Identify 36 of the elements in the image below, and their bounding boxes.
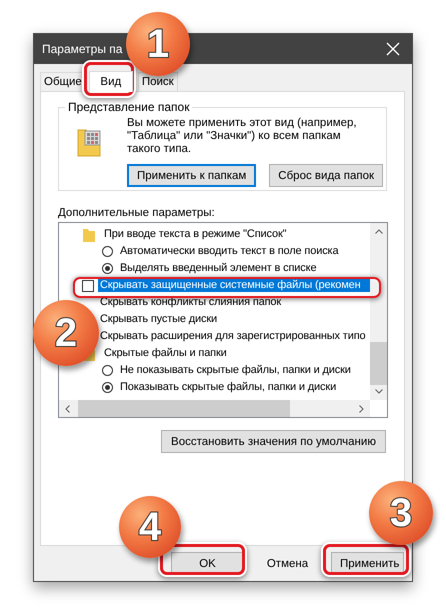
scroll-left-icon[interactable]	[65, 404, 70, 412]
scroll-right-icon[interactable]	[359, 404, 364, 412]
radio-button[interactable]	[102, 246, 113, 257]
radio-button[interactable]	[102, 365, 113, 376]
option-label[interactable]: Выделять введенный элемент в списке	[118, 262, 318, 275]
scroll-up-icon[interactable]	[374, 229, 382, 234]
scroll-thumb[interactable]	[370, 342, 387, 385]
radio-button[interactable]	[102, 263, 113, 274]
scroll-thumb[interactable]	[78, 400, 290, 417]
horizontal-scrollbar[interactable]	[59, 400, 370, 417]
tab[interactable]: Вид	[88, 71, 133, 92]
checkbox[interactable]	[82, 280, 94, 292]
folder-icon	[83, 228, 95, 242]
vertical-scrollbar[interactable]	[370, 223, 387, 400]
window-title: Параметры па	[42, 42, 122, 56]
push-button[interactable]: Применить к папкам	[127, 164, 256, 187]
close-icon[interactable]	[386, 42, 400, 56]
push-button[interactable]: Сброс вида папок	[269, 164, 384, 187]
option-label[interactable]: Скрывать защищенные системные файлы (рекомен	[98, 279, 371, 292]
option-label[interactable]: Показывать скрытые файлы, папки и диски	[118, 381, 338, 394]
description-text: Вы можете применить этот вид (например, "Таблица" или "Значки") ко всем папкам такого типа.	[127, 117, 358, 156]
option-label[interactable]: Скрывать пустые диски	[98, 313, 220, 326]
folder-icon	[77, 127, 101, 157]
restore-defaults-button[interactable]: Восстановить значения по умолчанию	[161, 430, 386, 453]
scroll-down-icon[interactable]	[374, 389, 382, 394]
option-label[interactable]: Скрывать конфликты слияния папок	[98, 296, 284, 309]
step-number-badge: 1	[126, 12, 190, 76]
option-label[interactable]: Скрытые файлы и папки	[102, 347, 229, 360]
option-label[interactable]: При вводе текста в режиме "Список"	[102, 228, 288, 241]
section-label: Дополнительные параметры:	[58, 207, 216, 219]
option-label[interactable]: Скрывать расширения для зарегистрированных типо	[98, 330, 368, 343]
option-label[interactable]: Не показывать скрытые файлы, папки и диски	[118, 364, 353, 377]
option-label[interactable]: Автоматически вводить текст в поле поиска	[118, 245, 340, 258]
highlight-frame	[84, 62, 134, 96]
radio-button[interactable]	[102, 382, 113, 393]
group-title: Представление папок	[65, 100, 192, 114]
